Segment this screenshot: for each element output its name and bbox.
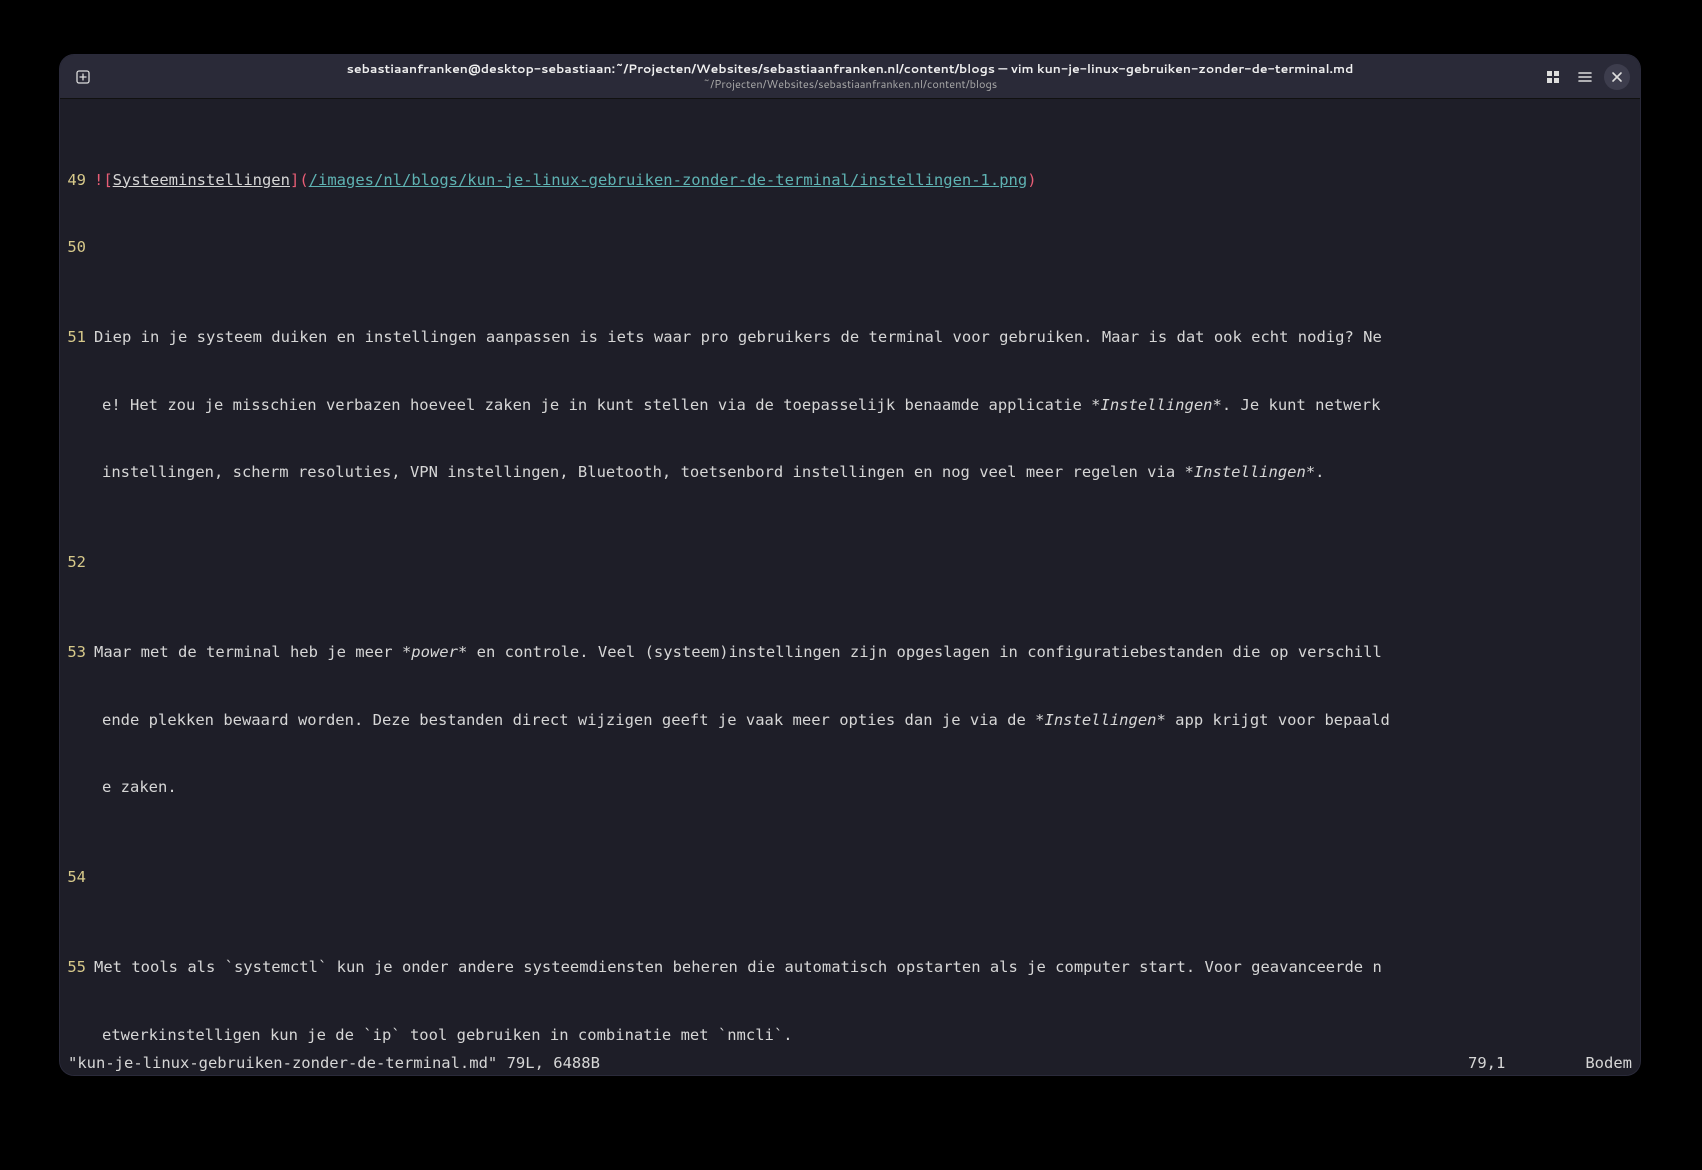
close-icon <box>1611 71 1623 83</box>
window-subtitle: ~/Projecten/Websites/sebastiaanfranken.n… <box>347 77 1354 91</box>
titlebar-center: sebastiaanfranken@desktop-sebastiaan:~/P… <box>347 61 1354 92</box>
code-line-wrap: e! Het zou je misschien verbazen hoeveel… <box>102 394 1630 417</box>
code-line: ![Systeeminstellingen](/images/nl/blogs/… <box>94 169 1630 192</box>
line-number: 50 <box>60 236 94 259</box>
grid-button[interactable] <box>1540 64 1566 90</box>
plus-square-icon <box>75 69 91 85</box>
new-tab-button[interactable] <box>70 64 96 90</box>
vim-status-line: "kun-je-linux-gebruiken-zonder-de-termin… <box>60 1053 1640 1075</box>
code-line-wrap: etwerkinstelligen kun je de `ip` tool ge… <box>102 1024 1630 1047</box>
hamburger-icon <box>1577 69 1593 85</box>
code-line: Met tools als `systemctl` kun je onder a… <box>94 956 1630 979</box>
code-line-wrap: e zaken. <box>102 776 1630 799</box>
window-titlebar: sebastiaanfranken@desktop-sebastiaan:~/P… <box>60 55 1640 99</box>
line-number: 54 <box>60 866 94 889</box>
status-scroll: Bodem <box>1585 1054 1632 1072</box>
line-number: 52 <box>60 551 94 574</box>
titlebar-left <box>60 64 96 90</box>
line-number: 53 <box>60 641 94 664</box>
status-file: "kun-je-linux-gebruiken-zonder-de-termin… <box>68 1054 600 1072</box>
titlebar-right <box>1540 64 1640 90</box>
code-line: Maar met de terminal heb je meer *power*… <box>94 641 1630 664</box>
code-line-wrap: ende plekken bewaard worden. Deze bestan… <box>102 709 1630 732</box>
line-number: 51 <box>60 326 94 349</box>
code-line-wrap: instellingen, scherm resoluties, VPN ins… <box>102 461 1630 484</box>
code-line: Diep in je systeem duiken en instellinge… <box>94 326 1630 349</box>
line-number: 49 <box>60 169 94 192</box>
line-number: 55 <box>60 956 94 979</box>
grid-icon <box>1546 70 1560 84</box>
terminal-window: sebastiaanfranken@desktop-sebastiaan:~/P… <box>60 55 1640 1075</box>
window-title: sebastiaanfranken@desktop-sebastiaan:~/P… <box>347 61 1354 77</box>
close-button[interactable] <box>1604 64 1630 90</box>
status-position: 79,1 <box>1468 1054 1505 1072</box>
editor-area[interactable]: 49![Systeeminstellingen](/images/nl/blog… <box>60 99 1640 1053</box>
hamburger-menu-button[interactable] <box>1572 64 1598 90</box>
